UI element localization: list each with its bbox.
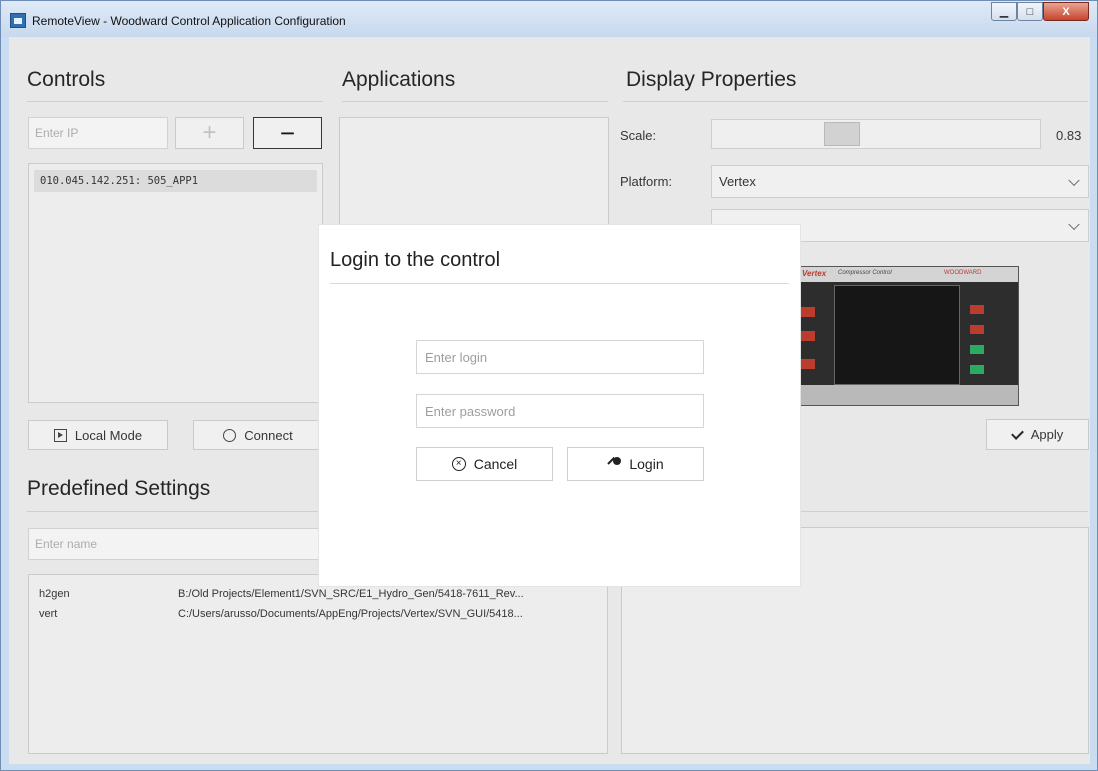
close-icon: X <box>1062 5 1070 18</box>
app-window: RemoteView - Woodward Control Applicatio… <box>0 0 1098 771</box>
app-icon <box>10 13 26 28</box>
minimize-button[interactable]: ▁ <box>991 2 1017 21</box>
title-bar[interactable]: RemoteView - Woodward Control Applicatio… <box>1 1 1097 37</box>
window-controls: ▁ □ X <box>991 2 1089 22</box>
cancel-button[interactable]: × Cancel <box>416 447 553 481</box>
minimize-icon: ▁ <box>999 6 1009 18</box>
login-input[interactable]: Enter login <box>416 340 704 374</box>
maximize-icon: □ <box>1026 5 1034 18</box>
login-button[interactable]: Login <box>567 447 704 481</box>
login-label: Login <box>629 456 664 472</box>
maximize-button[interactable]: □ <box>1017 2 1043 21</box>
password-input[interactable]: Enter password <box>416 394 704 428</box>
key-icon <box>607 456 622 471</box>
cancel-icon: × <box>451 457 466 471</box>
dialog-divider <box>330 283 789 284</box>
window-title: RemoteView - Woodward Control Applicatio… <box>32 14 346 28</box>
dialog-title: Login to the control <box>330 249 501 271</box>
cancel-label: Cancel <box>473 456 518 472</box>
login-dialog: Login to the control Enter login Enter p… <box>319 225 800 586</box>
close-button[interactable]: X <box>1043 2 1089 21</box>
